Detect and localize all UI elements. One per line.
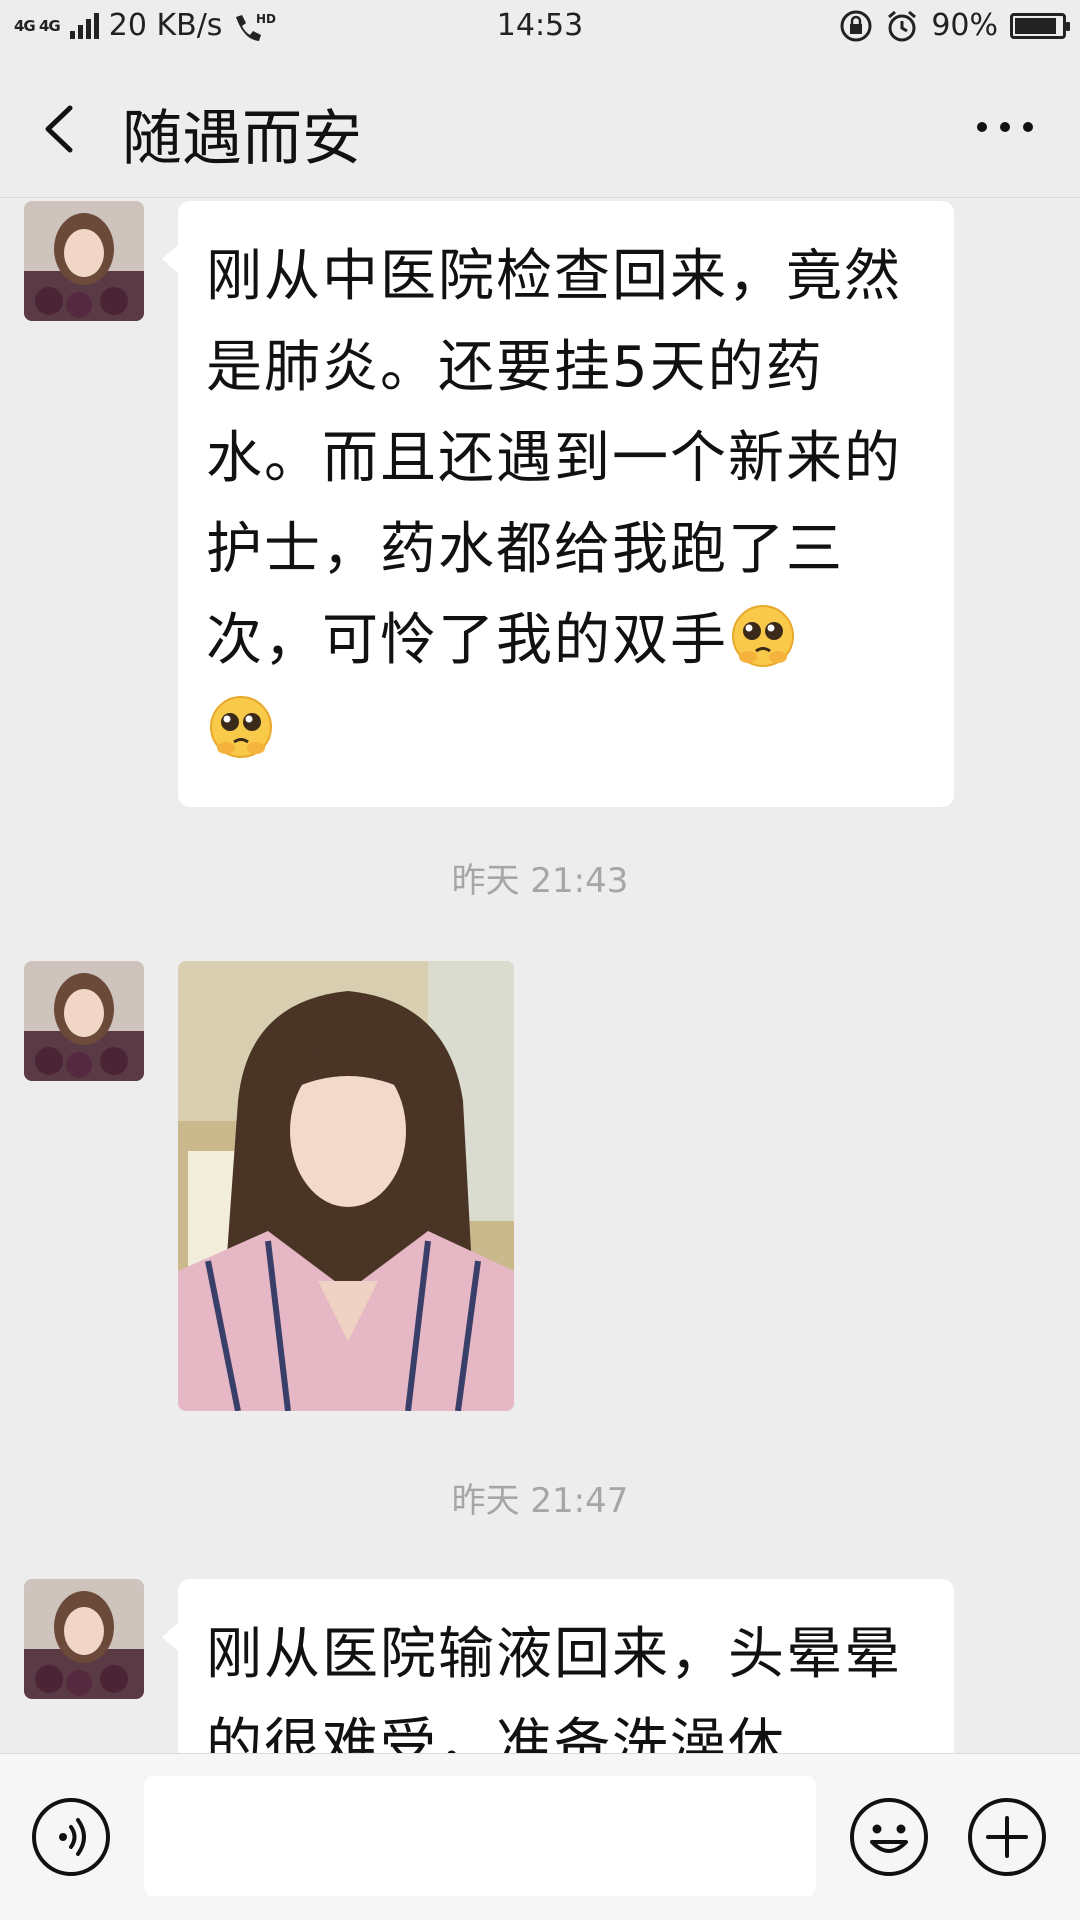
chevron-left-icon[interactable] xyxy=(30,94,90,164)
battery-percent: 90% xyxy=(931,8,998,43)
chat-header: 随遇而安 xyxy=(0,56,1080,198)
avatar[interactable] xyxy=(24,201,144,321)
voice-input-icon[interactable] xyxy=(30,1796,112,1878)
message-input[interactable] xyxy=(144,1776,816,1896)
pleading-face-emoji xyxy=(732,605,794,667)
rotation-lock-icon xyxy=(840,10,872,41)
alarm-icon xyxy=(888,10,917,41)
status-bar: 4G 4G 20 KB/s HD 14:53 90% xyxy=(0,0,1080,56)
avatar[interactable] xyxy=(24,961,144,1081)
message-text: 刚从医院输液回来，头晕晕的很难受，准备洗澡休 xyxy=(206,1622,902,1753)
pleading-face-emoji xyxy=(210,696,272,758)
message-bubble[interactable]: 刚从中医院检查回来，竟然是肺炎。还要挂5天的药水。而且还遇到一个新来的护士，药水… xyxy=(162,201,954,807)
chat-title: 随遇而安 xyxy=(122,104,362,174)
message-timestamp: 昨天 21:47 xyxy=(451,1481,629,1521)
message-bubble[interactable]: 刚从医院输液回来，头晕晕的很难受，准备洗澡休 xyxy=(162,1579,954,1753)
more-dots-icon[interactable] xyxy=(970,112,1040,142)
emoji-face-icon[interactable] xyxy=(848,1796,930,1878)
message-timestamp: 昨天 21:43 xyxy=(451,861,629,901)
image-message[interactable] xyxy=(178,961,514,1411)
avatar[interactable] xyxy=(24,1579,144,1699)
plus-circle-icon[interactable] xyxy=(966,1796,1048,1878)
battery-icon xyxy=(1010,12,1070,39)
input-bar xyxy=(0,1753,1080,1920)
status-right: 90% xyxy=(839,8,1070,43)
message-list[interactable]: 刚从中医院检查回来，竟然是肺炎。还要挂5天的药水。而且还遇到一个新来的护士，药水… xyxy=(0,199,1080,1753)
